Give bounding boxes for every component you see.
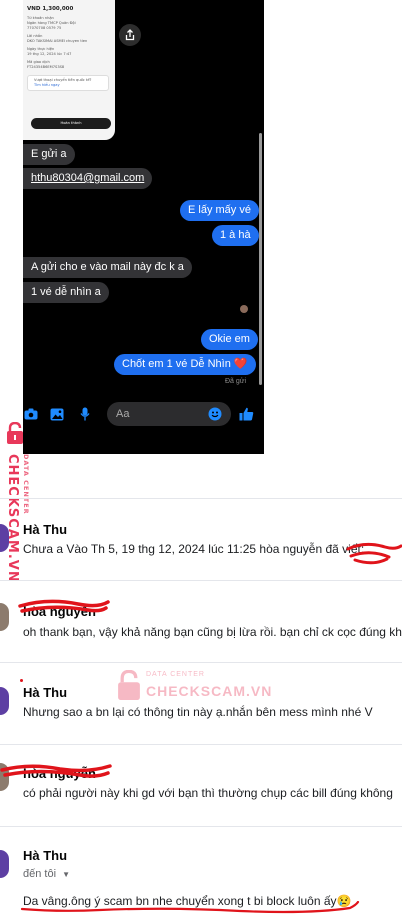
- divider: [0, 662, 402, 663]
- lock-logo-icon: [7, 422, 23, 444]
- message-outgoing: 1 à hà: [212, 225, 259, 246]
- receipt-line: 19 thg 12, 2024 lúc 7:47: [27, 52, 72, 56]
- red-dot-mark: [20, 679, 23, 682]
- comment-text: oh thank bạn, vậy khả năng bạn cũng bị l…: [23, 625, 402, 639]
- watermark-brand: CHECKSCAM.VN: [5, 454, 20, 583]
- comment-text: Da vâng.ông ý scam bn nhe chuyển xong t …: [23, 894, 352, 908]
- avatar[interactable]: [0, 603, 9, 631]
- avatar[interactable]: [0, 763, 9, 791]
- divider: [0, 744, 402, 745]
- divider: [0, 826, 402, 827]
- avatar[interactable]: [0, 687, 9, 715]
- share-button[interactable]: [119, 24, 141, 46]
- receipt-line: Tìm hiểu ngay: [34, 83, 60, 87]
- message-outgoing: Okie em: [201, 329, 258, 350]
- receipt-line: 77070708 0579 75: [27, 26, 62, 30]
- receipt-info-box: Vượt thoại chuyển tiền quốc tế? Tìm hiểu…: [27, 75, 109, 91]
- thumbs-up-icon: [239, 407, 253, 421]
- receipt-done-button[interactable]: Hoàn thành: [31, 118, 111, 129]
- receipt-line: Ngân hàng TMCP Quân Đội: [27, 21, 76, 25]
- sent-status: Đã gửi: [225, 378, 247, 385]
- image-button[interactable]: [49, 406, 65, 422]
- message-composer: Aa: [23, 400, 264, 428]
- comment-text: có phải người này khi gd với bạn thì thư…: [23, 786, 393, 800]
- message-incoming: E gửi a: [23, 144, 75, 165]
- watermark-subtitle: DATA CENTER: [22, 454, 30, 515]
- divider: [0, 498, 402, 499]
- mic-icon: [80, 407, 90, 421]
- emoji-button[interactable]: [207, 406, 223, 422]
- image-icon: [50, 408, 64, 420]
- receipt-line: Ngày thực hiện: [27, 47, 55, 51]
- share-icon: [125, 29, 135, 41]
- message-incoming-link[interactable]: hthu80304@gmail.com: [23, 168, 153, 189]
- seen-avatar: [240, 305, 248, 313]
- message-outgoing: Chốt em 1 vé Dễ Nhìn ❤️: [114, 354, 256, 375]
- mic-button[interactable]: [77, 406, 93, 422]
- receipt-line: Từ khoản nhận: [27, 16, 54, 20]
- comment-text: Nhưng sao a bn lại có thông tin này ạ.nh…: [23, 705, 373, 719]
- receipt-line: DKO TAKSIMAI ASMEI chuyen tien: [27, 39, 88, 43]
- checkscam-watermark: CHECKSCAM.VN DATA CENTER: [4, 418, 34, 598]
- lock-logo-icon: [118, 670, 140, 700]
- emoji-icon: [208, 407, 222, 421]
- divider: [0, 580, 402, 581]
- like-button[interactable]: [238, 406, 254, 422]
- checkscam-watermark-center: DATA CENTER CHECKSCAM.VN: [118, 670, 271, 704]
- watermark-brand: CHECKSCAM.VN: [146, 683, 273, 699]
- message-incoming: 1 vé dễ nhìn a: [23, 282, 109, 303]
- receipt-line: Lời nhắn: [27, 34, 43, 38]
- scrollbar[interactable]: [259, 133, 262, 385]
- comment-author[interactable]: hòa nguyễn: [23, 604, 96, 619]
- comment-author[interactable]: hòa nguyễn: [23, 766, 96, 781]
- avatar[interactable]: [0, 850, 9, 878]
- receipt-amount: VND 1,300,000: [27, 6, 74, 12]
- watermark-subtitle: DATA CENTER: [146, 671, 205, 678]
- reply-target[interactable]: đến tôi ▼: [23, 868, 70, 880]
- receipt-line: Mã giao dịch: [27, 60, 50, 64]
- reply-target-label: đến tôi: [23, 868, 57, 880]
- chevron-down-icon: ▼: [62, 870, 71, 879]
- receipt-line: FT24354B6EM7S3S8: [27, 65, 65, 69]
- comment-text: Chưa a Vào Th 5, 19 thg 12, 2024 lúc 11:…: [23, 542, 365, 556]
- receipt-line: Vượt thoại chuyển tiền quốc tế?: [34, 78, 92, 82]
- message-outgoing: E lấy mấy vé: [180, 200, 259, 221]
- message-incoming: A gửi cho e vào mail này đc k a: [23, 257, 192, 278]
- comment-author[interactable]: Hà Thu: [23, 685, 67, 700]
- transfer-receipt: VND 1,300,000 Từ khoản nhận Ngân hàng TM…: [23, 0, 115, 140]
- comment-author[interactable]: Hà Thu: [23, 522, 67, 537]
- messenger-screenshot: VND 1,300,000 Từ khoản nhận Ngân hàng TM…: [23, 0, 264, 454]
- comment-author[interactable]: Hà Thu: [23, 848, 67, 863]
